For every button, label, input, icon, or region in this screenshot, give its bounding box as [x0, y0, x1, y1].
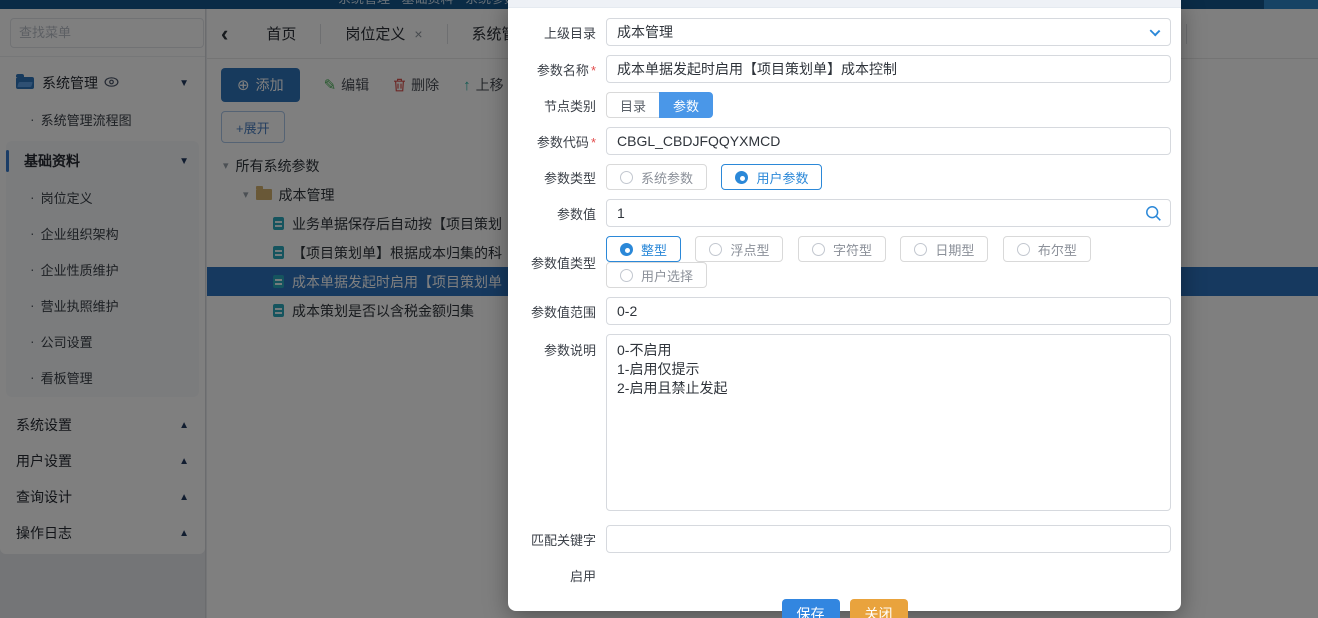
app-window: 系统管理 - 基础资料 - 系统参数 系统管理 ▼	[0, 0, 1318, 618]
toggle-knob	[588, 578, 604, 594]
radio-icon	[1017, 243, 1030, 256]
row-value-range: 参数值范围	[508, 297, 1181, 325]
value-type-user-select-radio[interactable]: 用户选择	[606, 262, 707, 288]
node-type-directory-option[interactable]: 目录	[606, 92, 659, 118]
field-label: 参数说明	[508, 334, 596, 359]
param-name-input[interactable]	[606, 55, 1171, 83]
radio-label: 日期型	[935, 240, 974, 259]
row-enabled: 启用 是	[508, 566, 1181, 585]
radio-label: 布尔型	[1038, 240, 1077, 259]
radio-label: 整型	[641, 240, 667, 259]
node-type-segmented: 目录 参数	[606, 92, 713, 118]
required-mark: *	[591, 135, 596, 150]
param-code-input[interactable]	[606, 127, 1171, 155]
radio-label: 浮点型	[730, 240, 769, 259]
radio-icon	[620, 243, 633, 256]
node-type-parameter-option[interactable]: 参数	[659, 92, 713, 118]
value-type-boolean-radio[interactable]: 布尔型	[1003, 236, 1091, 262]
close-button[interactable]: 关闭	[850, 599, 908, 618]
param-type-user-radio[interactable]: 用户参数	[721, 164, 822, 190]
radio-icon	[812, 243, 825, 256]
edit-parameter-dialog: 上级目录 参数名称* 节点类别 目录 参数	[508, 0, 1181, 611]
row-param-name: 参数名称*	[508, 55, 1181, 83]
radio-label: 系统参数	[641, 168, 693, 187]
radio-icon	[735, 171, 748, 184]
dialog-footer: 保存 关闭	[508, 599, 1181, 618]
radio-icon	[914, 243, 927, 256]
field-label: 参数名称*	[508, 60, 596, 79]
param-value-input[interactable]	[606, 199, 1171, 227]
field-label: 节点类别	[508, 96, 596, 115]
row-param-code: 参数代码*	[508, 127, 1181, 155]
toggle-on-label: 是	[613, 579, 625, 593]
field-label: 参数值类型	[508, 253, 596, 272]
radio-label: 用户参数	[756, 168, 808, 187]
row-param-value: 参数值	[508, 199, 1181, 227]
row-param-description: 参数说明 0-不启用 1-启用仅提示 2-启用且禁止发起	[508, 334, 1181, 516]
field-label: 匹配关键字	[508, 530, 596, 549]
radio-icon	[620, 171, 633, 184]
value-range-input[interactable]	[606, 297, 1171, 325]
value-type-date-radio[interactable]: 日期型	[900, 236, 988, 262]
radio-label: 字符型	[833, 240, 872, 259]
match-keyword-input[interactable]	[606, 525, 1171, 553]
radio-icon	[620, 269, 633, 282]
row-value-type: 参数值类型 整型 浮点型 字符型	[508, 236, 1181, 288]
radio-label: 用户选择	[641, 266, 693, 285]
dialog-body: 上级目录 参数名称* 节点类别 目录 参数	[508, 8, 1181, 618]
dialog-header-strip	[508, 0, 1181, 8]
search-lookup-icon[interactable]	[1145, 205, 1162, 222]
row-node-type: 节点类别 目录 参数	[508, 92, 1181, 118]
value-type-integer-radio[interactable]: 整型	[606, 236, 681, 262]
row-parent-directory: 上级目录	[508, 18, 1181, 46]
field-label: 参数类型	[508, 168, 596, 187]
param-description-textarea[interactable]: 0-不启用 1-启用仅提示 2-启用且禁止发起	[606, 334, 1171, 511]
field-label: 参数代码*	[508, 132, 596, 151]
required-mark: *	[591, 63, 596, 78]
field-label: 参数值范围	[508, 302, 596, 321]
value-type-string-radio[interactable]: 字符型	[798, 236, 886, 262]
row-param-type: 参数类型 系统参数 用户参数	[508, 164, 1181, 190]
field-label: 上级目录	[508, 23, 596, 42]
field-label: 启用	[508, 566, 596, 585]
row-match-keyword: 匹配关键字	[508, 525, 1181, 553]
value-type-float-radio[interactable]: 浮点型	[695, 236, 783, 262]
save-button[interactable]: 保存	[782, 599, 840, 618]
parent-directory-select[interactable]	[606, 18, 1171, 46]
param-type-system-radio[interactable]: 系统参数	[606, 164, 707, 190]
field-label: 参数值	[508, 204, 596, 223]
radio-icon	[709, 243, 722, 256]
